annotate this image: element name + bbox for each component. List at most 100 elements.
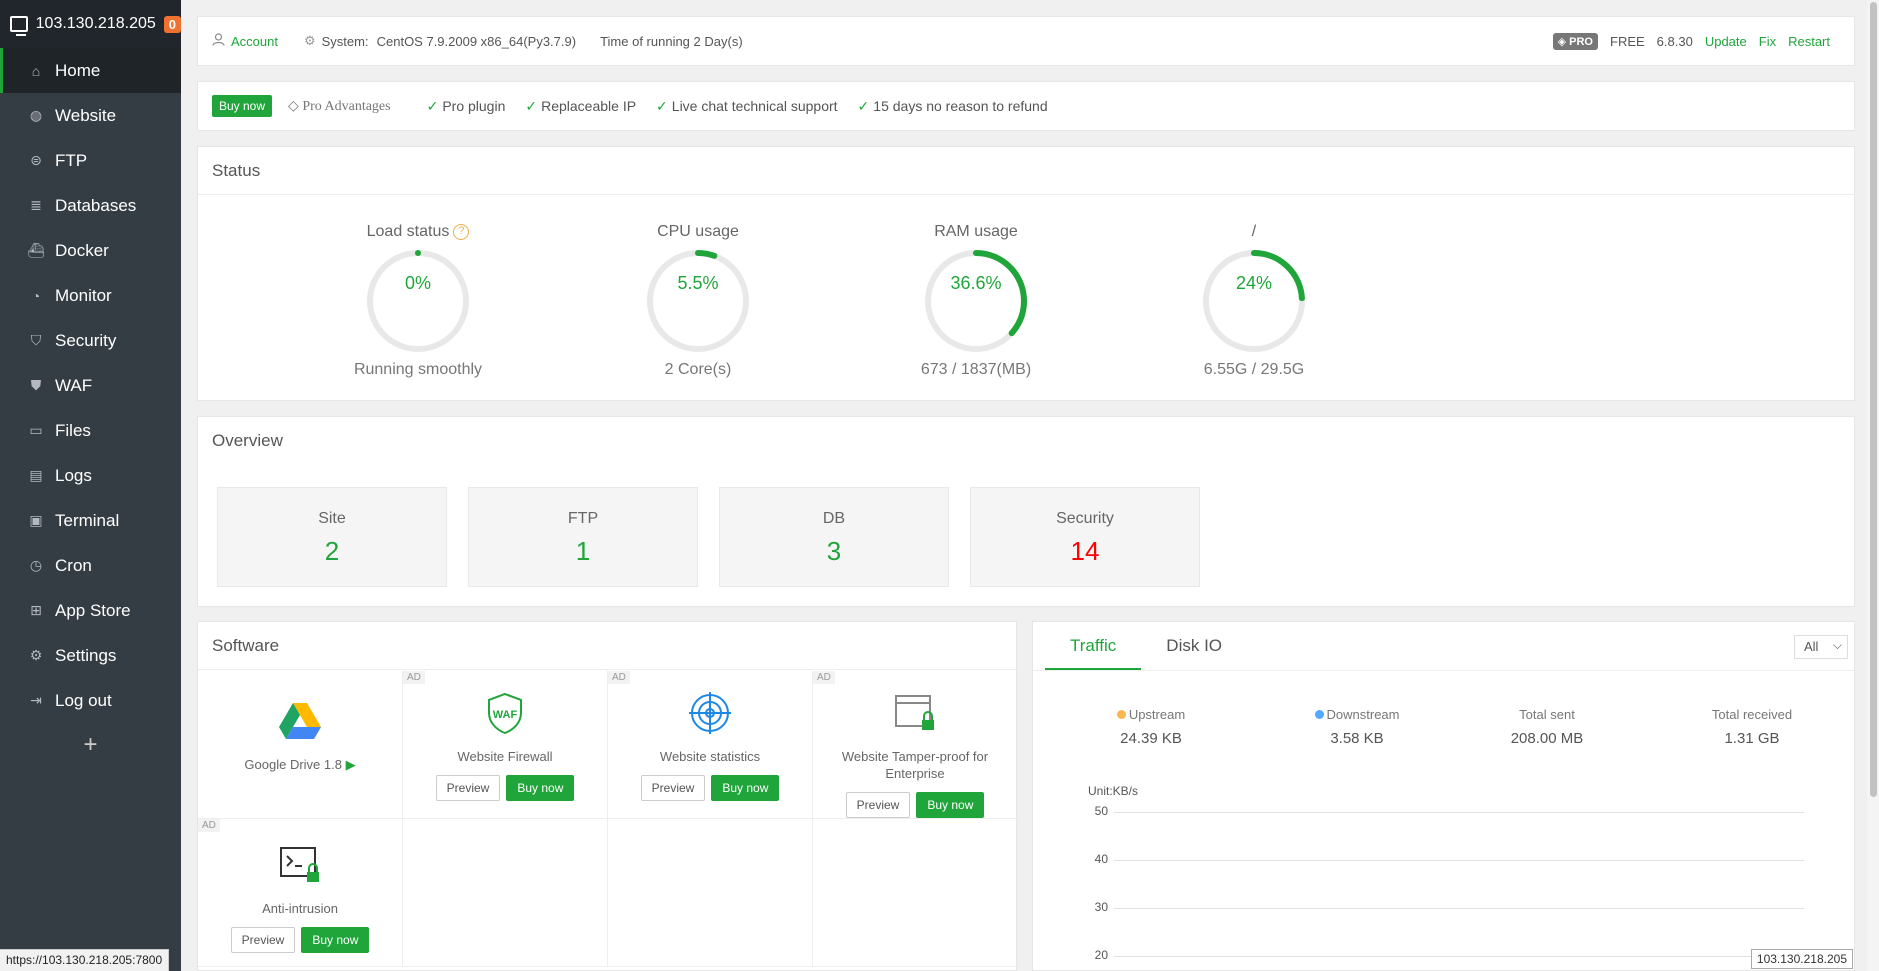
gauge-0[interactable]: Load status? 0% Running smoothly [318, 223, 518, 379]
software-actions: Preview Buy now [608, 775, 812, 801]
buy-now-button[interactable]: Buy now [212, 95, 273, 117]
docker-icon: ⛴ [27, 242, 45, 258]
upstream-label: Upstream [1128, 707, 1186, 722]
sidebar-item-terminal[interactable]: ▣ Terminal [0, 498, 181, 543]
downstream-label: Downstream [1326, 707, 1400, 722]
interface-select[interactable]: All [1794, 634, 1848, 659]
sidebar-item-security[interactable]: ⛉ Security [0, 318, 181, 363]
sidebar-item-label: Databases [55, 195, 137, 215]
software-name: Website Tamper-proof for Enterprise [841, 749, 989, 781]
buy-now-button[interactable]: Buy now [916, 792, 985, 818]
sidebar-item-files[interactable]: ▭ Files [0, 408, 181, 453]
terminal-lock-icon [280, 847, 319, 882]
total-sent-value: 208.00 MB [1510, 730, 1584, 747]
sidebar-item-docker[interactable]: ⛴ Docker [0, 228, 181, 273]
preview-button[interactable]: Preview [435, 775, 501, 801]
y-tick-50: 50 [1094, 804, 1108, 818]
software-name: Anti-intrusion [262, 901, 338, 916]
sidebar-item-ftp[interactable]: ⊜ FTP [0, 138, 181, 183]
software-name: Google Drive 1.8 ▶ [198, 756, 402, 773]
buy-now-button[interactable]: Buy now [711, 775, 780, 801]
stat-upstream: Upstream 24.39 KB [1051, 707, 1251, 747]
preview-button[interactable]: Preview [230, 927, 296, 953]
browser-status-url: https://103.130.218.205:7800 [0, 949, 170, 971]
software-item-google-drive[interactable]: Google Drive 1.8 ▶ [198, 671, 403, 819]
overview-card-count: 1 [575, 536, 591, 566]
sidebar-item-databases[interactable]: ≣ Databases [0, 183, 181, 228]
uptime-text: Time of running 2 Day(s) [600, 33, 743, 49]
restart-link[interactable]: Restart [1788, 34, 1830, 49]
sidebar-item-logs[interactable]: ▤ Logs [0, 453, 181, 498]
sidebar-item-waf[interactable]: ⛊ WAF [0, 363, 181, 408]
scrollbar-thumb[interactable] [1870, 2, 1877, 797]
software-name: Website Firewall [457, 749, 553, 764]
overview-title: Overview [212, 431, 283, 450]
sidebar-item-settings[interactable]: ⚙ Settings [0, 633, 181, 678]
gauge-label-text: CPU usage [657, 223, 739, 240]
buy-now-button[interactable]: Buy now [506, 775, 575, 801]
pro-advantages-label: Pro Advantages [302, 98, 391, 114]
account-link[interactable]: Account [231, 34, 278, 49]
software-item-website-firewall[interactable]: AD WAF Website Firewall Preview Buy now [403, 671, 608, 819]
software-item-website-statistics[interactable]: AD Website statistics Preview Buy now [608, 671, 813, 819]
sidebar-item-label: Files [55, 420, 91, 440]
sidebar-item-label: Monitor [55, 285, 112, 305]
page-scrollbar[interactable] [1867, 0, 1879, 971]
preview-button[interactable]: Preview [845, 792, 911, 818]
ad-label: AD [813, 671, 835, 684]
server-ip: 103.130.218.205 [35, 15, 156, 32]
diamond-icon: ◇ [288, 98, 299, 114]
grid-icon: ⊞ [30, 602, 42, 618]
overview-card-db[interactable]: DB 3 [719, 487, 949, 587]
pro-feature: ✓ Live chat technical support [656, 98, 838, 114]
tab-disk-io[interactable]: Disk IO [1141, 622, 1247, 670]
status-panel: Status Load status? 0% Running smoothly CPU… [197, 146, 1855, 401]
software-title: Software [198, 622, 1016, 670]
software-item-anti-intrusion[interactable]: AD Anti-intrusion Preview Buy now [198, 819, 403, 967]
overview-card-label: FTP [567, 510, 599, 527]
gauge-value: 0% [404, 273, 431, 293]
overview-card-security[interactable]: Security 14 [970, 487, 1200, 587]
software-name: Website statistics [659, 749, 761, 764]
total-received-value: 1.31 GB [1724, 730, 1780, 747]
sidebar-item-home[interactable]: ⌂ Home [0, 48, 181, 93]
overview-panel: Overview Site 2 FTP 1 DB 3 Security 14 [197, 416, 1855, 607]
pro-feature: ✓ 15 days no reason to refund [858, 98, 1048, 114]
chart-unit: Unit:KB/s [1088, 784, 1139, 798]
update-link[interactable]: Update [1705, 34, 1747, 49]
sidebar-nav: ⌂ Home ◍ Website ⊜ FTP ≣ Databases ⛴ Docker ◔ Monit… [0, 48, 181, 723]
gauge-3[interactable]: / 24% 6.55G / 29.5G [1154, 223, 1354, 379]
folder-icon: ▭ [29, 422, 43, 438]
tab-traffic[interactable]: Traffic [1045, 622, 1142, 670]
gear-icon: ⚙ [303, 33, 316, 48]
system-label: System: [321, 33, 369, 49]
sidebar-item-monitor[interactable]: ◔ Monitor [0, 273, 181, 318]
overview-card-label: DB [822, 510, 846, 527]
y-tick-40: 40 [1094, 852, 1108, 866]
server-header[interactable]: 103.130.218.205 0 [0, 0, 181, 48]
google-drive-name: Google Drive 1.8 [244, 757, 342, 772]
sidebar-item-cron[interactable]: ◷ Cron [0, 543, 181, 588]
buy-now-button[interactable]: Buy now [301, 927, 370, 953]
sidebar-item-label: Home [55, 60, 101, 80]
fix-link[interactable]: Fix [1759, 34, 1776, 49]
preview-button[interactable]: Preview [640, 775, 706, 801]
gauge-2[interactable]: RAM usage 36.6% 673 / 1837(MB) [876, 223, 1076, 379]
pro-feature-label: Pro plugin [442, 97, 506, 114]
overview-card-label: Site [318, 510, 346, 527]
overview-card-ftp[interactable]: FTP 1 [468, 487, 698, 587]
sidebar-item-website[interactable]: ◍ Website [0, 93, 181, 138]
help-icon[interactable]: ? [453, 223, 470, 240]
sidebar-item-app-store[interactable]: ⊞ App Store [0, 588, 181, 633]
gauge-1[interactable]: CPU usage 5.5% 2 Core(s) [598, 223, 798, 379]
overview-card-site[interactable]: Site 2 [217, 487, 447, 587]
add-icon[interactable]: + [0, 723, 181, 767]
sidebar-item-log-out[interactable]: ⇥ Log out [0, 678, 181, 723]
notification-badge[interactable]: 0 [163, 15, 181, 33]
logout-icon: ⇥ [30, 692, 42, 708]
pro-feature: ✓ Pro plugin [427, 98, 506, 114]
y-tick-30: 30 [1094, 900, 1108, 914]
software-item-tamper-proof[interactable]: AD Website Tamper-proof for Enterprise P… [813, 671, 1018, 819]
globe-icon: ◍ [29, 107, 43, 123]
stat-total-received: Total received 1.31 GB [1652, 707, 1852, 747]
